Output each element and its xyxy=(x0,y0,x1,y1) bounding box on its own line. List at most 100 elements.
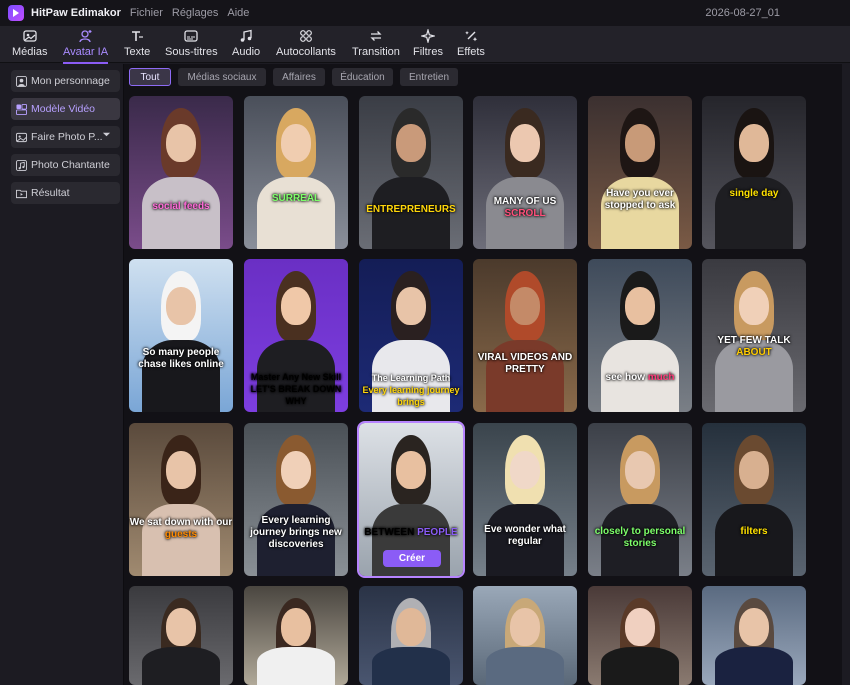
sidebar-item-mon-personnage[interactable]: Mon personnage xyxy=(11,70,120,92)
sidebar-item-label: Mon personnage xyxy=(31,75,110,87)
template-card[interactable]: Master Any New Skill LET'S BREAK DOWN WH… xyxy=(244,259,348,412)
template-card[interactable]: closely to personal stories xyxy=(588,423,692,576)
template-card[interactable]: So many people chase likes online xyxy=(129,259,233,412)
app-name: HitPaw Edimakor xyxy=(31,7,121,19)
tab-texte-label: Texte xyxy=(124,46,151,58)
app-logo-icon xyxy=(8,5,24,21)
tab-texte[interactable]: Texte xyxy=(124,29,150,58)
sidebar-item-resultat[interactable]: Résultat xyxy=(11,182,120,204)
template-caption: Eve wonder what regular xyxy=(473,524,577,548)
template-caption: closely to personal stories xyxy=(588,526,692,550)
caption-text: see how xyxy=(605,372,645,383)
tab-sous-titres-label: Sous-titres xyxy=(165,46,218,58)
template-card[interactable] xyxy=(702,586,806,685)
caption-highlight: PEOPLE xyxy=(417,527,458,538)
avatar-body xyxy=(142,177,220,249)
template-card[interactable]: The Learning Path Every learning journey… xyxy=(359,259,463,412)
template-caption: filters xyxy=(702,526,806,538)
tab-transition[interactable]: Transition xyxy=(352,29,400,58)
filter-chip-medias-sociaux[interactable]: Médias sociaux xyxy=(178,68,266,86)
sidebar-item-modele-video[interactable]: Modèle Vidéo xyxy=(11,98,120,120)
template-card[interactable]: MANY OF US SCROLL xyxy=(473,96,577,249)
template-card[interactable]: see how much xyxy=(588,259,692,412)
sidebar-item-label: Résultat xyxy=(31,187,70,199)
sidebar: Mon personnage Modèle Vidéo Faire Photo … xyxy=(4,64,122,685)
avatar-face xyxy=(510,451,540,489)
caption-highlight: Every learning journey brings xyxy=(362,385,460,407)
image-icon xyxy=(23,30,37,42)
caption-text: SURREAL xyxy=(271,193,321,204)
avatar-face xyxy=(625,608,655,646)
template-card[interactable]: YET FEW TALK ABOUT xyxy=(702,259,806,412)
template-card[interactable]: BETWEEN PEOPLE Créer xyxy=(357,421,465,578)
template-caption: VIRAL VIDEOS AND PRETTY xyxy=(473,352,577,376)
sticker-icon xyxy=(300,30,312,42)
caption-text: We sat down with our xyxy=(129,517,233,528)
template-card[interactable]: SURREAL xyxy=(244,96,348,249)
scrollbar[interactable] xyxy=(842,64,850,685)
project-name: 2026-08-27_01 xyxy=(705,7,780,19)
template-caption: Have you ever stopped to ask xyxy=(588,188,692,212)
caption-text: closely to personal stories xyxy=(594,526,686,549)
menu-reglages[interactable]: Réglages xyxy=(172,7,218,19)
caption-text: ENTREPRENEURS xyxy=(366,204,456,215)
caption-highlight: ABOUT xyxy=(736,347,772,358)
tab-effets-label: Effets xyxy=(457,46,485,58)
filter-icon xyxy=(420,29,435,43)
avatar-face xyxy=(166,451,196,489)
avatar-body xyxy=(715,647,793,685)
caption-highlight: guests xyxy=(164,529,198,540)
template-card[interactable]: single day xyxy=(702,96,806,249)
template-card[interactable]: We sat down with our guests xyxy=(129,423,233,576)
template-icon xyxy=(16,103,27,115)
template-card[interactable] xyxy=(359,586,463,685)
singing-photo-icon xyxy=(16,159,27,171)
caption-text: filters xyxy=(740,526,768,537)
tab-avatar-ia[interactable]: Avatar IA xyxy=(63,29,109,64)
avatar-face xyxy=(739,287,769,325)
avatar-face xyxy=(510,608,540,646)
tab-audio-label: Audio xyxy=(232,46,261,58)
avatar-body xyxy=(257,647,335,685)
template-card[interactable] xyxy=(473,586,577,685)
template-card[interactable]: social feeds xyxy=(129,96,233,249)
tab-filtres[interactable]: Filtres xyxy=(413,29,443,58)
caption-text: single day xyxy=(729,188,779,199)
template-card[interactable]: Every learning journey brings new discov… xyxy=(244,423,348,576)
tab-medias[interactable]: Médias xyxy=(12,29,47,58)
sidebar-item-label: Modèle Vidéo xyxy=(31,103,96,115)
tab-audio[interactable]: Audio xyxy=(232,29,260,58)
filter-chip-affaires[interactable]: Affaires xyxy=(273,68,325,86)
avatar-face xyxy=(396,608,426,646)
template-card[interactable] xyxy=(129,586,233,685)
effects-icon xyxy=(465,31,478,42)
sidebar-item-photo-chantante[interactable]: Photo Chantante xyxy=(11,154,120,176)
tab-autocollants[interactable]: Autocollants xyxy=(276,29,336,58)
create-button[interactable]: Créer xyxy=(383,550,441,567)
filter-chip-entretien[interactable]: Entretien xyxy=(400,68,458,86)
tab-medias-label: Médias xyxy=(12,46,48,58)
template-card[interactable]: VIRAL VIDEOS AND PRETTY xyxy=(473,259,577,412)
template-card[interactable] xyxy=(588,586,692,685)
tab-sous-titres[interactable]: Sous-titres xyxy=(165,29,218,58)
chevron-down-icon[interactable] xyxy=(102,130,111,139)
avatar-icon xyxy=(78,30,92,43)
template-card[interactable]: Have you ever stopped to ask xyxy=(588,96,692,249)
sidebar-item-faire-photo[interactable]: Faire Photo P... xyxy=(11,126,120,148)
tab-effets[interactable]: Effets xyxy=(457,29,485,58)
filter-chip-education[interactable]: Éducation xyxy=(332,68,393,86)
template-card[interactable]: Eve wonder what regular xyxy=(473,423,577,576)
template-card[interactable]: ENTREPRENEURS xyxy=(359,96,463,249)
template-caption: ENTREPRENEURS xyxy=(359,204,463,216)
filter-chip-tout[interactable]: Tout xyxy=(129,68,171,86)
template-caption: Every learning journey brings new discov… xyxy=(244,515,348,551)
avatar-face xyxy=(166,287,196,325)
avatar-face xyxy=(625,124,655,162)
transition-icon xyxy=(370,31,382,41)
menu-fichier[interactable]: Fichier xyxy=(130,7,163,19)
template-card[interactable]: filters xyxy=(702,423,806,576)
template-card[interactable] xyxy=(244,586,348,685)
sidebar-item-label: Faire Photo P... xyxy=(31,131,103,143)
menu-aide[interactable]: Aide xyxy=(227,7,249,19)
avatar-body xyxy=(257,177,335,249)
